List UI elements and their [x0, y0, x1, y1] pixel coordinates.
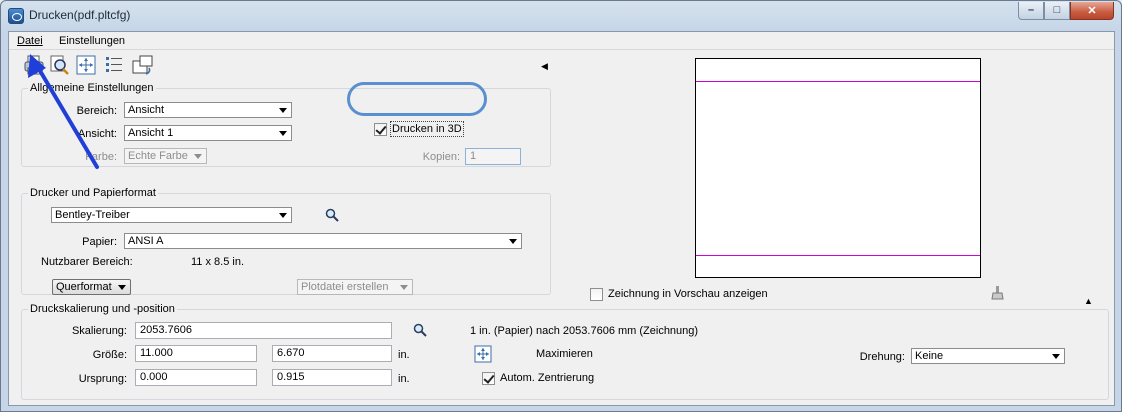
kopien-field[interactable]: 1: [465, 148, 521, 165]
kopien-label: Kopien:: [422, 151, 460, 163]
drucken-3d-checkbox[interactable]: [374, 123, 387, 136]
scale-note: 1 in. (Papier) nach 2053.7606 mm (Zeichn…: [470, 325, 699, 337]
title-bar[interactable]: Drucken(pdf.pltcfg) – □ ✕: [1, 1, 1121, 31]
ansicht-dropdown[interactable]: Ansicht 1: [124, 125, 292, 141]
skalierung-label: Skalierung:: [71, 325, 127, 337]
groesse-y-field[interactable]: 6.670: [272, 345, 392, 362]
search-icon: [325, 208, 339, 222]
maximize-fit-icon: [474, 345, 492, 363]
printer-driver-value: Bentley-Treiber: [55, 209, 130, 221]
minimize-icon: –: [1027, 4, 1035, 16]
chevron-down-icon: [279, 131, 287, 136]
nutzbar-value: 11 x 8.5 in.: [191, 256, 244, 268]
ursprung-x-field[interactable]: 0.000: [135, 369, 257, 386]
drehung-dropdown[interactable]: Keine: [911, 348, 1065, 364]
minimize-button[interactable]: –: [1018, 2, 1044, 20]
zeichnung-vorschau-checkbox[interactable]: [590, 288, 603, 301]
menu-bar: Datei Einstellungen: [9, 32, 1114, 50]
plotdatei-dropdown[interactable]: Plotdatei erstellen: [297, 279, 413, 295]
chevron-down-icon: [509, 239, 517, 244]
annotation-arrow: [28, 54, 99, 169]
chevron-down-icon: [1052, 354, 1060, 359]
maximieren-label: Maximieren: [536, 348, 593, 360]
papier-label: Papier:: [82, 236, 117, 248]
preview-bottom-margin-line: [696, 255, 980, 256]
close-button[interactable]: ✕: [1070, 2, 1114, 20]
groesse-label: Größe:: [92, 349, 127, 361]
nutzbar-label: Nutzbarer Bereich:: [41, 256, 133, 268]
brush-icon: [991, 286, 1004, 300]
drehung-value: Keine: [915, 350, 944, 362]
plotdatei-value: Plotdatei erstellen: [301, 281, 389, 293]
preview-settings-button[interactable]: [991, 285, 1005, 304]
chevron-down-icon: [194, 154, 202, 159]
bereich-dropdown[interactable]: Ansicht: [124, 102, 292, 118]
print-dialog-window: Drucken(pdf.pltcfg) – □ ✕ Datei Einstell…: [0, 0, 1122, 412]
zeichnung-vorschau-label: Zeichnung in Vorschau anzeigen: [608, 288, 768, 300]
drehung-label: Drehung:: [859, 351, 905, 363]
autom-zentrierung-label: Autom. Zentrierung: [500, 372, 595, 384]
chevron-down-icon: [400, 285, 408, 290]
printer-driver-dropdown[interactable]: Bentley-Treiber: [51, 207, 292, 223]
chevron-down-icon: [279, 213, 287, 218]
print-scale-legend: Druckskalierung und -position: [30, 303, 175, 315]
scale-search-button[interactable]: [413, 323, 427, 340]
caption-buttons: – □ ✕: [1018, 2, 1114, 20]
orientation-dropdown[interactable]: Querformat: [52, 279, 131, 295]
maximize-button[interactable]: □: [1044, 2, 1070, 20]
maximieren-button[interactable]: [474, 345, 492, 366]
printer-paper-legend: Drucker und Papierformat: [30, 187, 156, 199]
skalierung-field[interactable]: 2053.7606: [135, 322, 392, 339]
print-preview-pane: [695, 58, 981, 278]
chevron-down-icon: [279, 108, 287, 113]
groesse-unit: in.: [398, 349, 410, 361]
preview-top-margin-line: [696, 81, 980, 82]
maximize-icon: □: [1053, 4, 1061, 16]
printer-search-button[interactable]: [325, 208, 339, 225]
close-icon: ✕: [1087, 5, 1097, 17]
chevron-down-icon: [118, 285, 126, 290]
search-icon: [413, 323, 427, 337]
ursprung-y-field[interactable]: 0.915: [272, 369, 392, 386]
autom-zentrierung-checkbox[interactable]: [482, 372, 495, 385]
papier-value: ANSI A: [128, 235, 164, 247]
ursprung-label: Ursprung:: [78, 373, 127, 385]
papier-dropdown[interactable]: ANSI A: [124, 233, 522, 249]
drucken-3d-label[interactable]: Drucken in 3D: [390, 121, 464, 137]
ursprung-unit: in.: [398, 373, 410, 385]
collapse-left-arrow[interactable]: ◀: [541, 61, 548, 72]
orientation-value: Querformat: [56, 281, 112, 293]
highlight-ellipse: [347, 82, 487, 116]
groesse-x-field[interactable]: 11.000: [135, 345, 257, 362]
dialog-client-area: Datei Einstellungen ◀ Allgemeine Einstel…: [8, 31, 1115, 406]
